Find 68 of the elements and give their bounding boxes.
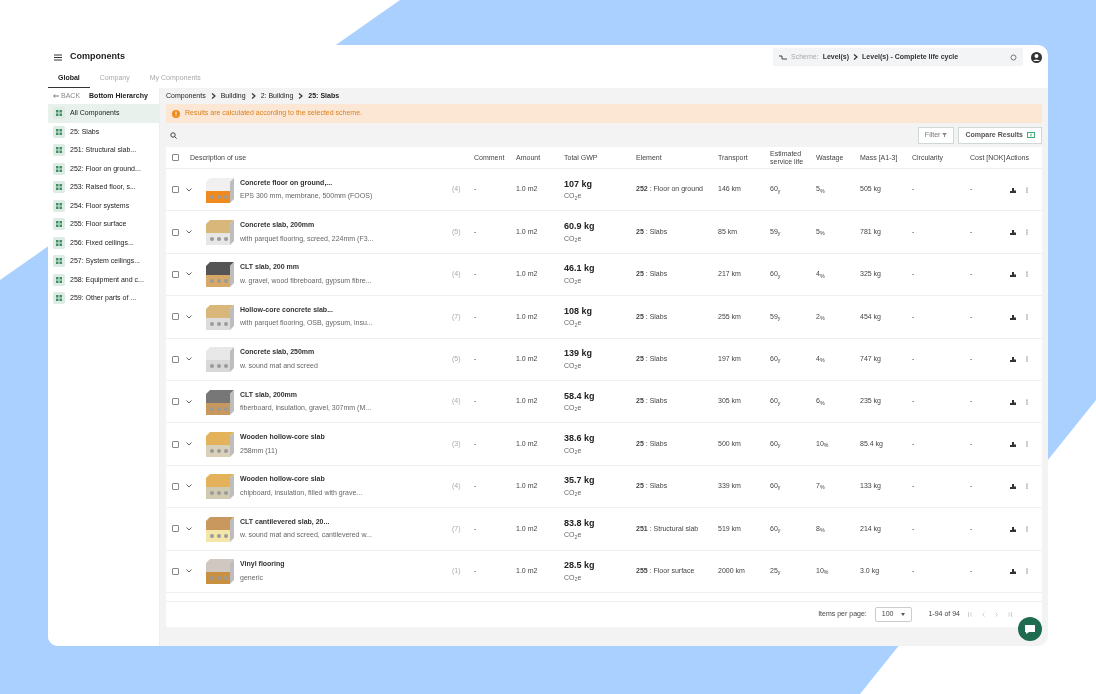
chevron-down-icon[interactable] [186, 399, 192, 404]
gwp-value: 35.7 kg [564, 474, 596, 488]
chevron-down-icon[interactable] [186, 272, 192, 277]
gwp-value: 139 kg [564, 347, 594, 361]
grid-icon [53, 255, 65, 268]
grid-icon [53, 292, 65, 305]
compare-icon [1027, 132, 1035, 138]
chevron-down-icon[interactable] [186, 569, 192, 574]
gwp-value: 107 kg [564, 177, 594, 191]
chart-icon[interactable] [1010, 398, 1016, 405]
grid-icon [53, 162, 65, 175]
chat-icon[interactable] [1018, 617, 1042, 641]
gwp-value: 83.8 kg [564, 516, 596, 530]
chart-icon[interactable] [1010, 525, 1016, 532]
grid-icon [53, 236, 65, 249]
chart-icon[interactable] [1010, 441, 1016, 448]
gwp-value: 38.6 kg [564, 432, 596, 446]
grid-icon [53, 144, 65, 157]
chart-icon[interactable] [1010, 356, 1016, 363]
chevron-down-icon[interactable] [186, 484, 192, 489]
page-title: Components [70, 50, 125, 64]
chevron-down-icon[interactable] [186, 357, 192, 362]
checkbox[interactable] [172, 440, 179, 448]
chevron-down-icon[interactable] [186, 187, 192, 192]
arrow-left-icon [53, 94, 59, 98]
search-icon [170, 131, 177, 139]
checkbox[interactable] [172, 525, 179, 533]
filter-icon [942, 133, 948, 137]
gwp-value: 108 kg [564, 304, 594, 318]
checkbox[interactable] [172, 154, 179, 161]
user-avatar-icon[interactable] [1031, 51, 1042, 63]
settings-icon[interactable] [1010, 53, 1017, 61]
chevron-right-icon [298, 93, 304, 99]
chevron-down-icon[interactable] [186, 442, 192, 447]
chart-icon[interactable] [1010, 186, 1016, 193]
caret-icon [901, 612, 906, 616]
grid-icon [53, 199, 65, 212]
grid-icon [53, 125, 65, 138]
checkbox[interactable] [172, 355, 179, 363]
gwp-value: 60.9 kg [564, 220, 596, 234]
gwp-value: 46.1 kg [564, 262, 596, 276]
gwp-value: 58.4 kg [564, 389, 596, 403]
checkbox[interactable] [172, 313, 179, 321]
checkbox[interactable] [172, 228, 179, 236]
warning-icon [172, 109, 180, 118]
hierarchy-icon [779, 54, 787, 60]
grid-icon [53, 107, 65, 120]
menu-icon[interactable] [54, 53, 62, 61]
chevron-right-icon [853, 54, 859, 60]
checkbox[interactable] [172, 270, 179, 278]
chevron-down-icon[interactable] [186, 314, 192, 319]
grid-icon [53, 181, 65, 194]
checkbox[interactable] [172, 186, 179, 194]
checkbox[interactable] [172, 398, 179, 406]
checkbox[interactable] [172, 567, 179, 575]
chart-icon[interactable] [1010, 568, 1016, 575]
grid-icon [53, 218, 65, 231]
chart-icon[interactable] [1010, 271, 1016, 278]
chart-icon[interactable] [1010, 229, 1016, 236]
chart-icon[interactable] [1010, 483, 1016, 490]
chevron-down-icon[interactable] [186, 230, 192, 235]
grid-icon [53, 273, 65, 286]
gwp-value: 28.5 kg [564, 559, 596, 573]
chevron-down-icon[interactable] [186, 526, 192, 531]
chart-icon[interactable] [1010, 313, 1016, 320]
chevron-right-icon [210, 93, 216, 99]
checkbox[interactable] [172, 482, 179, 490]
chevron-right-icon [250, 93, 256, 99]
